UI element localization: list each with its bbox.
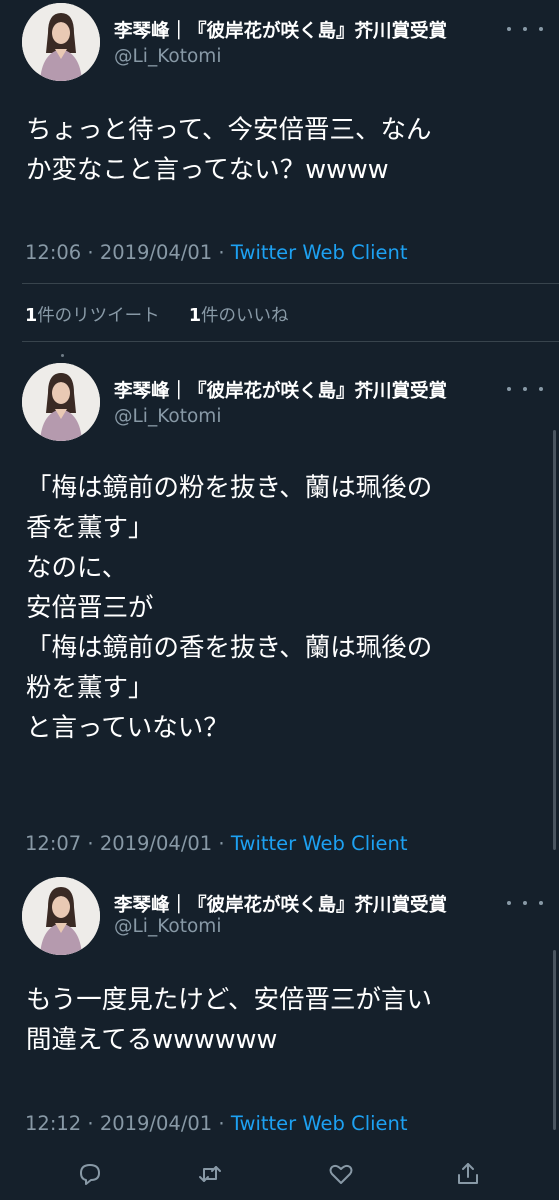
share-icon[interactable] — [454, 1160, 482, 1188]
tweet-1[interactable]: 李琴峰｜『彼岸花が咲く島』芥川賞受賞 @Li_Kotomi ちょっと待って、今安… — [0, 0, 559, 340]
retweet-icon[interactable] — [196, 1160, 224, 1188]
tweet-line: 「梅は鏡前の粉を抜き、蘭は珮後の — [26, 473, 433, 503]
more-options-icon[interactable] — [507, 893, 543, 913]
tweet-meta: 12:12 · 2019/04/01 · Twitter Web Client — [25, 1112, 408, 1135]
avatar[interactable] — [22, 363, 100, 441]
meta-separator: · — [87, 241, 94, 264]
author-handle[interactable]: @Li_Kotomi — [114, 406, 221, 427]
tweet-line: ちょっと待って、今安倍晋三、なん — [26, 115, 432, 145]
tweet-text: ちょっと待って、今安倍晋三、なん か変なこと言ってない？wwww — [26, 110, 536, 190]
meta-separator: · — [87, 1112, 94, 1135]
tweet-line: 香を薫す」 — [26, 513, 154, 543]
avatar[interactable] — [22, 877, 100, 955]
tweet-line: と言っていない？ — [26, 713, 229, 743]
author-name[interactable]: 李琴峰｜『彼岸花が咲く島』芥川賞受賞 — [114, 17, 447, 43]
likes-stat[interactable]: 1件のいいね — [189, 306, 289, 326]
tweet-2[interactable]: 李琴峰｜『彼岸花が咲く島』芥川賞受賞 @Li_Kotomi 「梅は鏡前の粉を抜き… — [0, 360, 559, 860]
tweet-time[interactable]: 12:06 — [25, 241, 81, 264]
tweet-line: もう一度見たけど、安倍晋三が言い — [26, 985, 432, 1015]
thread-dot — [61, 354, 64, 357]
profile-photo-avatar — [22, 363, 100, 441]
scrollbar[interactable] — [553, 430, 556, 850]
tweet-time[interactable]: 12:07 — [25, 832, 81, 855]
author-handle[interactable]: @Li_Kotomi — [114, 916, 221, 937]
meta-separator: · — [87, 832, 94, 855]
divider — [22, 283, 559, 284]
more-options-icon[interactable] — [507, 379, 543, 399]
author-name[interactable]: 李琴峰｜『彼岸花が咲く島』芥川賞受賞 — [114, 377, 447, 403]
tweet-line: 間違えてるwwwwww — [26, 1025, 278, 1055]
avatar[interactable] — [22, 3, 100, 81]
tweet-time[interactable]: 12:12 — [25, 1112, 81, 1135]
profile-photo-avatar — [22, 3, 100, 81]
scrollbar[interactable] — [553, 950, 556, 1130]
tweet-meta: 12:07 · 2019/04/01 · Twitter Web Client — [25, 832, 408, 855]
tweet-line: か変なこと言ってない？wwww — [26, 155, 389, 185]
meta-separator: · — [218, 241, 225, 264]
meta-separator: · — [218, 832, 225, 855]
like-icon[interactable] — [327, 1160, 355, 1188]
tweet-3[interactable]: 李琴峰｜『彼岸花が咲く島』芥川賞受賞 @Li_Kotomi もう一度見たけど、安… — [0, 874, 559, 1144]
likes-label: 件のいいね — [201, 306, 289, 326]
tweet-line: 「梅は鏡前の香を抜き、蘭は珮後の — [26, 633, 433, 663]
engagement-stats: 1件のリツイート 1件のいいね — [25, 302, 289, 327]
tweet-text: 「梅は鏡前の粉を抜き、蘭は珮後の 香を薫す」 なのに、 安倍晋三が 「梅は鏡前の… — [26, 468, 536, 748]
tweet-date[interactable]: 2019/04/01 — [100, 241, 212, 264]
tweet-line: なのに、 — [26, 553, 128, 583]
likes-count: 1 — [188, 306, 202, 326]
meta-separator: · — [218, 1112, 225, 1135]
author-name[interactable]: 李琴峰｜『彼岸花が咲く島』芥川賞受賞 — [114, 891, 447, 917]
profile-photo-avatar — [22, 877, 100, 955]
tweet-date[interactable]: 2019/04/01 — [100, 832, 212, 855]
tweet-date[interactable]: 2019/04/01 — [100, 1112, 212, 1135]
tweet-client-link[interactable]: Twitter Web Client — [231, 1112, 408, 1135]
tweet-line: 粉を薫す」 — [26, 673, 154, 703]
tweet-client-link[interactable]: Twitter Web Client — [231, 241, 408, 264]
divider — [22, 341, 559, 342]
tweet-action-bar — [0, 1148, 559, 1200]
author-handle[interactable]: @Li_Kotomi — [114, 46, 221, 67]
tweet-line: 安倍晋三が — [26, 593, 154, 623]
reply-icon[interactable] — [76, 1160, 104, 1188]
tweet-text: もう一度見たけど、安倍晋三が言い 間違えてるwwwwww — [26, 980, 536, 1060]
tweet-client-link[interactable]: Twitter Web Client — [231, 832, 408, 855]
tweet-meta: 12:06 · 2019/04/01 · Twitter Web Client — [25, 241, 408, 264]
retweets-stat[interactable]: 1件のリツイート — [25, 306, 160, 326]
retweets-label: 件のリツイート — [37, 306, 160, 326]
more-options-icon[interactable] — [507, 19, 543, 39]
retweets-count: 1 — [25, 306, 38, 326]
